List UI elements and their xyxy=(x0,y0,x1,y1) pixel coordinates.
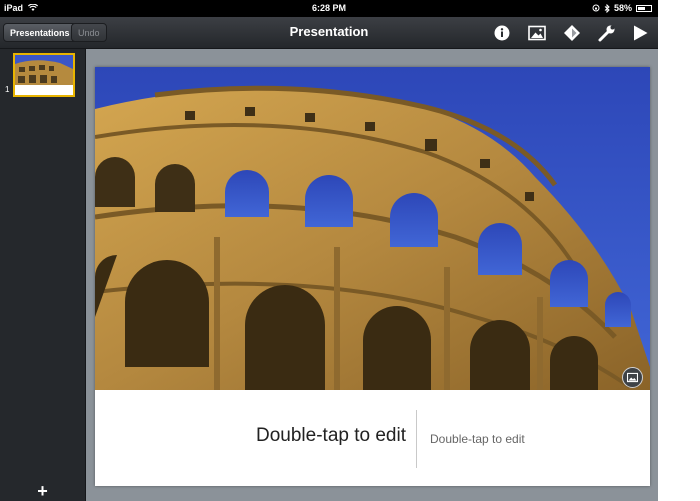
slide[interactable]: Double-tap to edit Double-tap to edit xyxy=(95,67,650,486)
thumbnail-photo xyxy=(15,55,73,85)
text-divider xyxy=(416,410,417,468)
battery-icon xyxy=(636,4,652,12)
colosseum-photo[interactable] xyxy=(95,67,650,390)
status-right: 58% xyxy=(592,3,652,13)
info-icon[interactable] xyxy=(491,22,513,44)
slide-subtitle-placeholder[interactable]: Double-tap to edit xyxy=(430,432,525,446)
toolbar: Presentations Undo Presentation xyxy=(0,17,658,49)
play-icon[interactable] xyxy=(629,22,651,44)
shapes-icon[interactable] xyxy=(561,22,583,44)
battery-fill xyxy=(638,6,645,10)
status-time: 6:28 PM xyxy=(311,3,346,13)
slide-thumbnail-1[interactable] xyxy=(13,53,75,97)
lock-rotation-icon xyxy=(592,4,600,12)
document-title: Presentation xyxy=(289,24,369,39)
app-window: iPad 6:28 PM 58% Presentations Undo Pres… xyxy=(0,0,658,501)
status-bar: iPad 6:28 PM 58% xyxy=(0,0,658,17)
slide-number: 1 xyxy=(5,85,10,94)
slide-navigator: 1 + xyxy=(0,49,86,501)
bluetooth-icon xyxy=(604,3,610,13)
battery-percent: 58% xyxy=(613,3,632,13)
slide-title-placeholder[interactable]: Double-tap to edit xyxy=(95,425,406,447)
tools-icon[interactable] xyxy=(596,22,618,44)
add-slide-button[interactable]: + xyxy=(0,481,85,501)
media-icon[interactable] xyxy=(526,22,548,44)
photo-icon[interactable] xyxy=(622,367,643,388)
